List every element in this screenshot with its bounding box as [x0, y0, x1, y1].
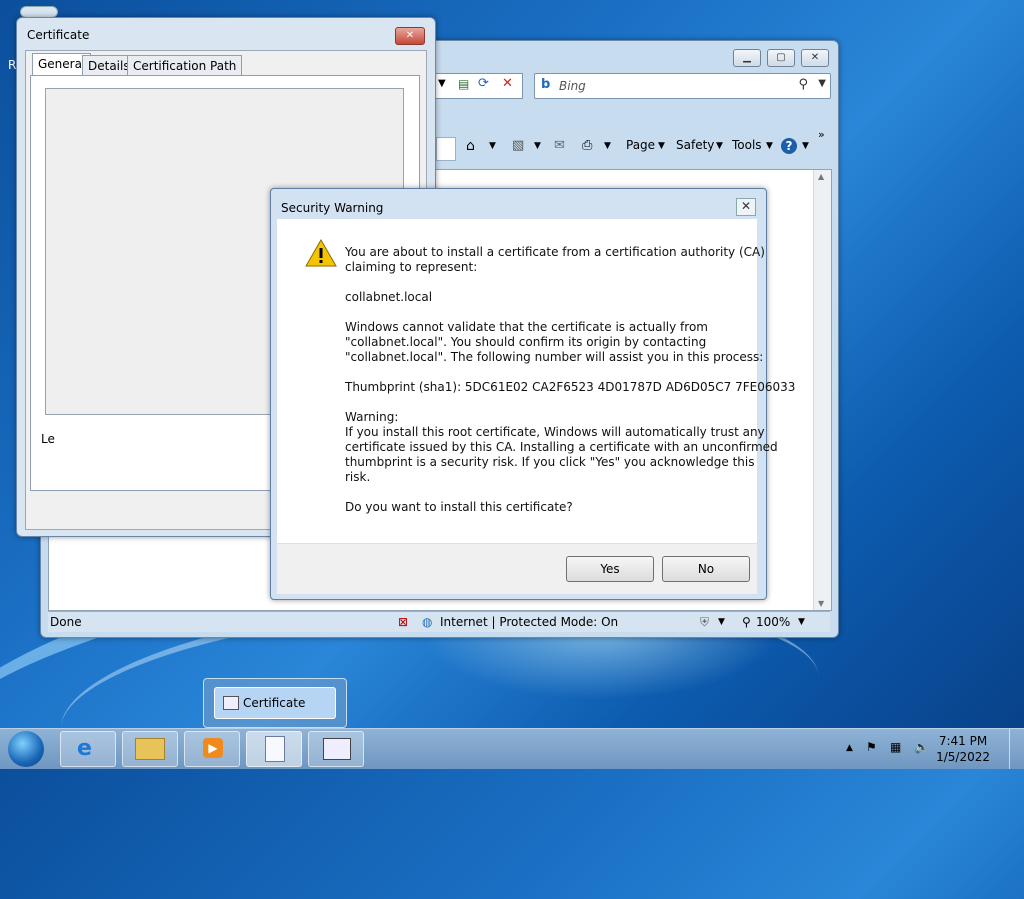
- warning-line-4: risk.: [345, 470, 371, 484]
- print-icon[interactable]: ⎙: [582, 138, 592, 153]
- learn-more-fragment: Le: [41, 432, 55, 446]
- safety-menu[interactable]: Safety: [676, 138, 714, 152]
- warning-line-2: certificate issued by this CA. Installin…: [345, 440, 778, 454]
- chevron-down-icon[interactable]: ▼: [489, 141, 496, 151]
- vertical-scrollbar[interactable]: ▲ ▼: [813, 170, 831, 610]
- scroll-up-icon[interactable]: ▲: [818, 172, 824, 181]
- dialog-title: Security Warning: [281, 201, 384, 215]
- close-button[interactable]: ✕: [801, 49, 829, 67]
- mail-icon[interactable]: ✉: [554, 138, 565, 153]
- clock-date: 1/5/2022: [936, 750, 990, 764]
- globe-icon: ◍: [422, 615, 433, 629]
- chevron-down-icon[interactable]: ▼: [658, 141, 665, 151]
- warning-icon: [305, 239, 337, 267]
- validate-line-1: Windows cannot validate that the certifi…: [345, 320, 708, 334]
- certificate-icon: [223, 696, 239, 710]
- chevron-down-icon[interactable]: ▼: [604, 141, 611, 151]
- protected-mode-icon[interactable]: ⛨: [700, 615, 709, 630]
- search-icon[interactable]: ⚲: [798, 77, 808, 92]
- show-desktop-button[interactable]: [1009, 729, 1024, 769]
- taskbar-internet-explorer[interactable]: e: [60, 731, 116, 767]
- intro-line-2: claiming to represent:: [345, 260, 478, 274]
- tab-certification-path[interactable]: Certification Path: [127, 55, 243, 76]
- refresh-icon[interactable]: ⟳: [478, 76, 489, 91]
- thumbnail-label: Certificate: [243, 696, 306, 710]
- install-question: Do you want to install this certificate?: [345, 500, 573, 514]
- search-box[interactable]: b Bing ⚲ ▼: [534, 73, 831, 99]
- scroll-down-icon[interactable]: ▼: [818, 599, 824, 608]
- security-warning-dialog: Security Warning ✕ You are about to inst…: [270, 188, 795, 600]
- search-options-icon[interactable]: ▼: [818, 78, 826, 89]
- close-icon[interactable]: ✕: [736, 198, 756, 216]
- show-hidden-icons[interactable]: ▲: [846, 743, 853, 753]
- chevron-down-icon[interactable]: ▼: [534, 141, 541, 151]
- close-button[interactable]: ✕: [395, 27, 425, 45]
- status-text: Done: [50, 615, 82, 629]
- chevron-down-icon[interactable]: ▼: [438, 78, 446, 89]
- taskbar-media-player[interactable]: ▶: [184, 731, 240, 767]
- validate-line-2: "collabnet.local". You should confirm it…: [345, 335, 707, 349]
- action-center-flag-icon[interactable]: ⚑: [866, 740, 877, 754]
- toolbar-overflow-icon[interactable]: »: [818, 128, 825, 141]
- chevron-down-icon[interactable]: ▼: [766, 141, 773, 151]
- home-icon[interactable]: ⌂: [466, 138, 475, 154]
- chevron-down-icon[interactable]: ▼: [716, 141, 723, 151]
- clock[interactable]: 7:41 PM 1/5/2022: [936, 733, 990, 765]
- warning-heading: Warning:: [345, 410, 399, 424]
- warning-line-3: thumbprint is a security risk. If you cl…: [345, 455, 755, 469]
- start-button[interactable]: [8, 731, 44, 767]
- search-placeholder: Bing: [559, 79, 586, 93]
- zoom-icon[interactable]: ⚲: [742, 615, 751, 629]
- clock-time: 7:41 PM: [938, 734, 988, 748]
- command-bar: ⌂ ▼ ▧ ▼ ✉ ⎙ ▼ Page ▼ Safety ▼ Tools ▼ ? …: [436, 128, 831, 158]
- no-button[interactable]: No: [662, 556, 750, 582]
- certificate-domain: collabnet.local: [345, 290, 433, 304]
- page-menu[interactable]: Page: [626, 138, 655, 152]
- taskbar: e ▶ ▲ ⚑ ▦ 🔈 7:41 PM 1/5/2022: [0, 728, 1024, 769]
- volume-muted-icon[interactable]: 🔈: [914, 740, 929, 754]
- intro-line-1: You are about to install a certificate f…: [345, 245, 765, 259]
- taskbar-explorer[interactable]: [122, 731, 178, 767]
- window-title: Certificate: [27, 28, 90, 42]
- media-player-icon: ▶: [203, 738, 223, 758]
- folder-icon: [135, 738, 165, 760]
- chevron-down-icon[interactable]: ▼: [798, 617, 805, 627]
- blocked-content-icon[interactable]: ⊠: [398, 615, 408, 629]
- thumbprint: Thumbprint (sha1): 5DC61E02 CA2F6523 4D0…: [345, 380, 796, 394]
- maximize-button[interactable]: ▢: [767, 49, 795, 67]
- warning-line-1: If you install this root certificate, Wi…: [345, 425, 765, 439]
- address-bar[interactable]: ▼ ▤ ⟳ ✕: [431, 73, 523, 99]
- taskbar-certificate[interactable]: [246, 731, 302, 767]
- internet-explorer-icon: e: [77, 736, 92, 761]
- tools-menu[interactable]: Tools: [732, 138, 762, 152]
- chevron-down-icon[interactable]: ▼: [802, 141, 809, 151]
- yes-button[interactable]: Yes: [566, 556, 654, 582]
- zoom-level[interactable]: 100%: [756, 615, 790, 629]
- compatibility-icon[interactable]: ▤: [458, 77, 469, 91]
- stop-icon[interactable]: ✕: [502, 76, 513, 91]
- bing-icon: b: [541, 77, 551, 92]
- chevron-down-icon[interactable]: ▼: [718, 617, 725, 627]
- dialog-footer: Yes No: [277, 543, 757, 594]
- minimize-button[interactable]: ▁: [733, 49, 761, 67]
- validate-line-3: "collabnet.local". The following number …: [345, 350, 764, 364]
- feeds-icon[interactable]: ▧: [512, 138, 524, 153]
- thumbnail-item[interactable]: Certificate: [214, 687, 336, 719]
- security-zone[interactable]: Internet | Protected Mode: On: [440, 615, 618, 629]
- taskbar-window[interactable]: [308, 731, 364, 767]
- window-icon: [323, 738, 351, 760]
- taskbar-thumbnail[interactable]: Certificate: [203, 678, 347, 728]
- document-icon: [265, 736, 285, 762]
- status-bar: Done ⊠ ◍ Internet | Protected Mode: On ⛨…: [48, 611, 830, 632]
- help-icon[interactable]: ?: [781, 138, 797, 154]
- network-icon[interactable]: ▦: [890, 740, 901, 754]
- dialog-body: You are about to install a certificate f…: [277, 219, 795, 559]
